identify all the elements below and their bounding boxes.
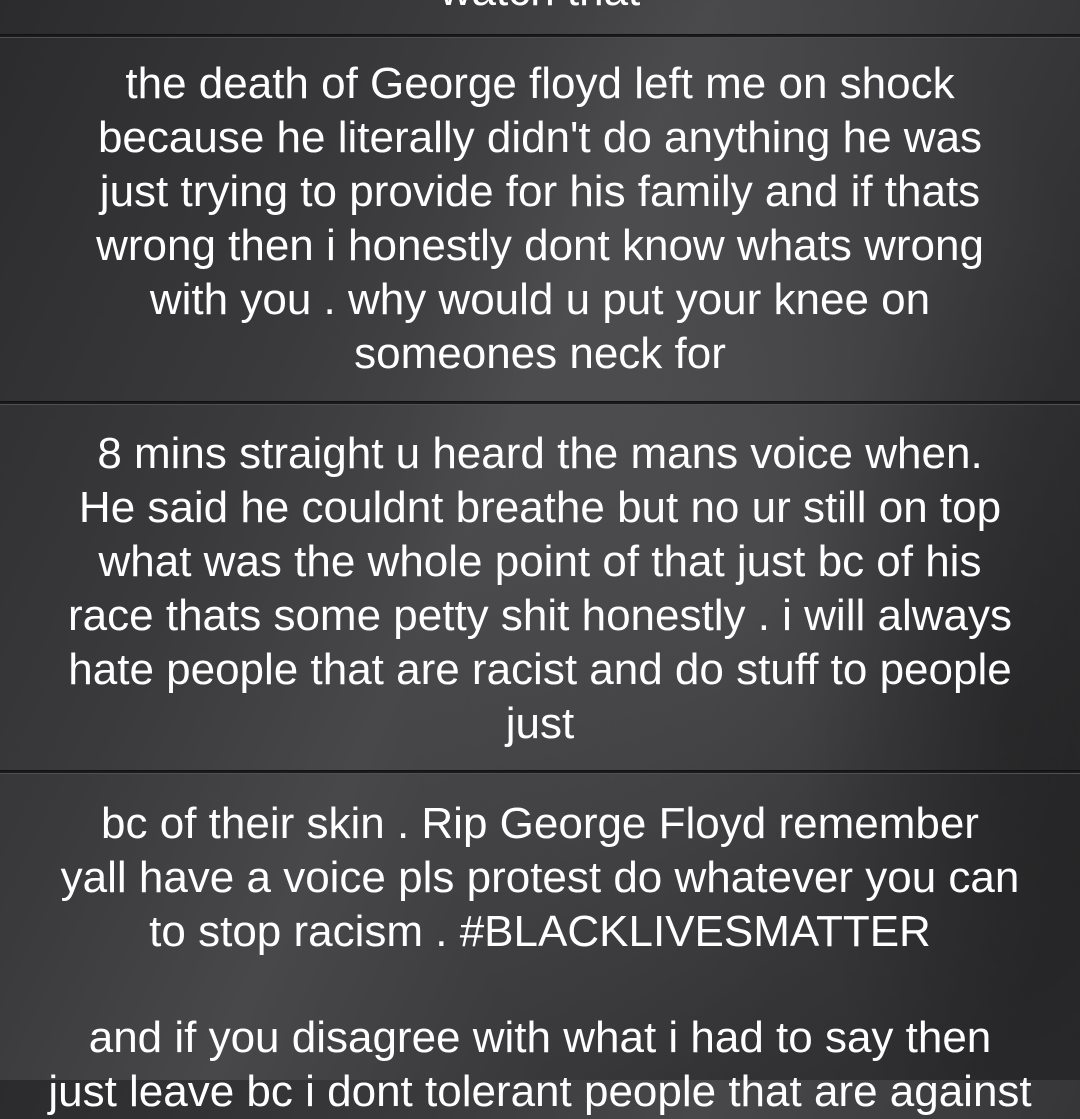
list-item-partial-top[interactable]: watch that bbox=[0, 0, 1080, 34]
list-item-continued[interactable]: and if you disagree with what i had to s… bbox=[0, 1011, 1080, 1119]
list-divider bbox=[0, 401, 1080, 405]
list-item[interactable]: the death of George floyd left me on sho… bbox=[0, 57, 1080, 381]
notes-list[interactable]: watch that the death of George floyd lef… bbox=[0, 0, 1080, 1116]
list-item[interactable]: bc of their skin . Rip George Floyd reme… bbox=[0, 797, 1080, 959]
list-item[interactable]: 8 mins straight u heard the mans voice w… bbox=[0, 427, 1080, 751]
list-divider bbox=[0, 34, 1080, 38]
list-divider bbox=[0, 770, 1080, 774]
